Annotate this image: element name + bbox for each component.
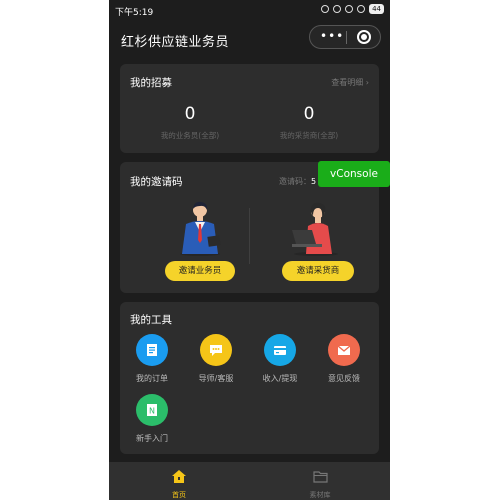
svg-text:N: N — [149, 407, 155, 416]
wifi-icon — [357, 5, 366, 13]
feedback-tool[interactable]: 意见反馈 — [319, 334, 369, 384]
mentor-service-tool[interactable]: 导师/客服 — [191, 334, 241, 384]
sim-icon — [345, 5, 354, 13]
alarm-icon — [333, 5, 342, 13]
tab-bar: 首页 素材库 — [109, 462, 390, 500]
invite-salesman-button[interactable]: 邀请业务员 — [165, 261, 235, 281]
card-icon — [264, 334, 296, 366]
income-withdraw-label: 收入/提现 — [262, 374, 298, 383]
capsule-divider — [346, 31, 347, 44]
salesman-count: 0 — [184, 104, 196, 124]
invite-code-label: 邀请码： — [279, 177, 311, 186]
tab-materials-label: 素材库 — [309, 491, 331, 499]
status-time: 下午5:19 — [115, 8, 154, 18]
invite-title: 我的邀请码 — [130, 176, 183, 188]
salesman-stat[interactable]: 0 我的业务员(全部) — [130, 104, 250, 141]
status-icons: 44 — [321, 4, 384, 14]
folder-icon — [312, 471, 328, 483]
tab-home[interactable]: 首页 — [149, 468, 209, 500]
document-icon — [136, 334, 168, 366]
buyer-count: 0 — [303, 104, 315, 124]
beginner-guide-label: 新手入门 — [136, 434, 168, 443]
notebook-icon: N — [136, 394, 168, 426]
sync-icon — [321, 5, 330, 13]
home-icon — [172, 470, 186, 483]
chat-icon — [200, 334, 232, 366]
mentor-service-label: 导师/客服 — [198, 374, 234, 383]
page-title: 红杉供应链业务员 — [121, 35, 230, 50]
recruit-title: 我的招募 — [130, 77, 172, 89]
tab-home-label: 首页 — [172, 491, 186, 499]
more-icon[interactable]: ••• — [320, 29, 344, 43]
recruit-card: 我的招募 查看明细 › 0 我的业务员(全部) 0 我的采货商(全部) — [120, 64, 379, 153]
salesman-illustration — [180, 201, 221, 256]
income-withdraw-tool[interactable]: 收入/提现 — [255, 334, 305, 384]
chevron-right-icon: › — [365, 78, 369, 87]
buyer-label: 我的采货商(全部) — [279, 131, 339, 140]
battery-icon: 44 — [369, 4, 384, 14]
invite-code-value: 5 — [311, 177, 317, 186]
invite-divider — [249, 208, 250, 264]
tools-title: 我的工具 — [130, 314, 172, 326]
invite-buyer-button[interactable]: 邀请采货商 — [282, 261, 354, 281]
miniprogram-capsule: ••• — [309, 25, 381, 49]
feedback-label: 意见反馈 — [328, 374, 360, 383]
tab-materials[interactable]: 素材库 — [290, 468, 350, 500]
invite-code: 邀请码：5 — [279, 176, 316, 187]
phone-screen: 下午5:19 44 红杉供应链业务员 我的招募 查看明细 › 0 我的业务员(全… — [109, 0, 390, 500]
salesman-label: 我的业务员(全部) — [160, 131, 220, 140]
view-details-link[interactable]: 查看明细 › — [331, 77, 369, 88]
close-target-icon[interactable] — [357, 30, 371, 44]
my-orders-tool[interactable]: 我的订单 — [127, 334, 177, 384]
vconsole-button[interactable]: vConsole — [318, 161, 390, 187]
my-orders-label: 我的订单 — [136, 374, 168, 383]
buyer-illustration — [292, 202, 338, 256]
tools-card: 我的工具 我的订单 导师/客服 收入/提现 意见反馈 N 新手入门 — [120, 302, 379, 454]
view-details-label: 查看明细 — [331, 78, 364, 87]
status-bar: 下午5:19 44 — [109, 0, 390, 20]
buyer-stat[interactable]: 0 我的采货商(全部) — [249, 104, 369, 141]
mail-icon — [328, 334, 360, 366]
beginner-guide-tool[interactable]: N 新手入门 — [127, 394, 177, 444]
